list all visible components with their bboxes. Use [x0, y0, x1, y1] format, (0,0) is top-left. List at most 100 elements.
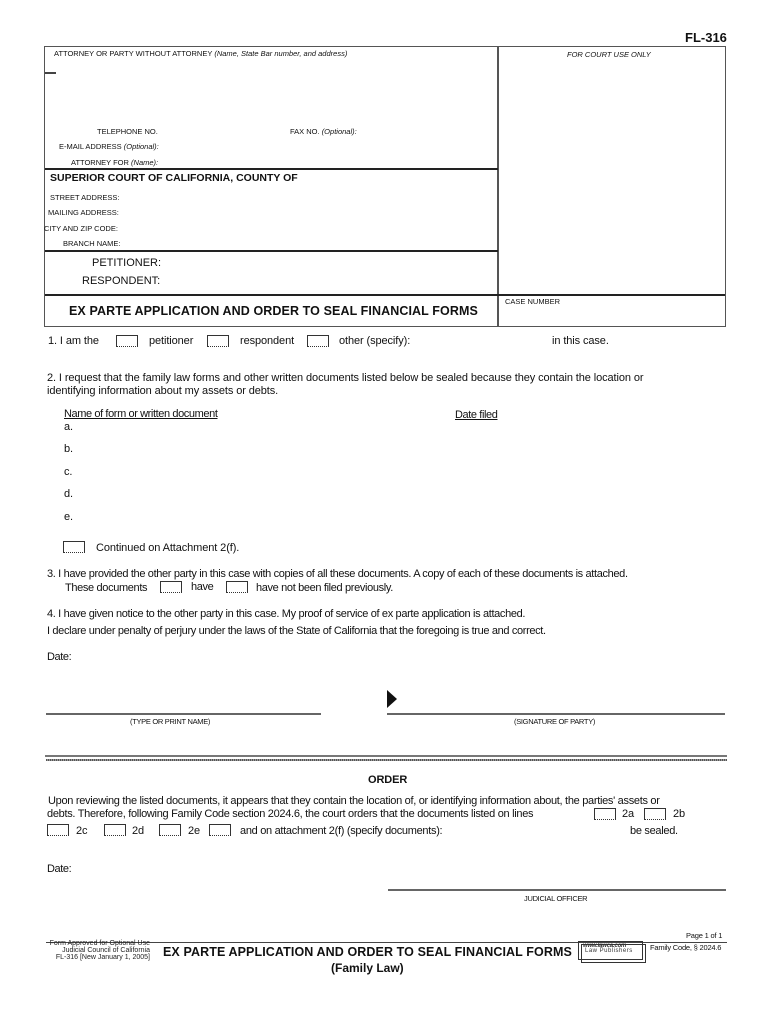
attorney-name-address-field[interactable]: [51, 59, 491, 121]
declaration-text: I declare under penalty of perjury under…: [47, 625, 546, 637]
approval-line3: FL-316 [New January 1, 2005]: [55, 954, 150, 961]
email-field[interactable]: [163, 139, 493, 152]
document-name-field-c[interactable]: [78, 464, 438, 479]
document-name-field-d[interactable]: [78, 486, 438, 501]
mailing-address-label: MAILING ADDRESS:: [48, 208, 119, 217]
petitioner-field[interactable]: [160, 255, 493, 270]
have-not-filed-checkbox[interactable]: [226, 581, 248, 593]
document-name-field-a[interactable]: [78, 419, 438, 434]
attorney-label-group: ATTORNEY OR PARTY WITHOUT ATTORNEY (Name…: [54, 49, 347, 58]
fax-hint: (Optional):: [321, 127, 357, 136]
petitioner-label: PETITIONER:: [92, 257, 162, 269]
date-filed-field-c[interactable]: [455, 464, 575, 479]
line-2d-label: 2d: [132, 825, 145, 837]
item2-text-line1: 2. I request that the family law forms a…: [47, 372, 644, 384]
fax-label: FAX NO.: [290, 127, 320, 136]
publisher-stamp[interactable]: www.lawca.com Law Publishers: [578, 941, 643, 960]
type-name-line: [46, 713, 321, 715]
line-2c-checkbox[interactable]: [47, 824, 69, 836]
telephone-field[interactable]: [163, 123, 283, 136]
email-label: E-MAIL ADDRESS: [59, 142, 122, 151]
document-name-field-e[interactable]: [78, 509, 438, 524]
date-filed-field-e[interactable]: [455, 509, 575, 524]
footer-subtitle: (Family Law): [331, 961, 404, 975]
line-2a-checkbox[interactable]: [594, 808, 616, 820]
attorney-label-hint: (Name, State Bar number, and address): [214, 49, 348, 58]
attorney-section-divider: [45, 168, 498, 170]
type-name-label: (TYPE OR PRINT NAME): [130, 717, 211, 726]
line-2e-label: 2e: [188, 825, 201, 837]
approval-line1: Form Approved for Optional Use: [49, 940, 150, 947]
county-field[interactable]: [295, 171, 493, 185]
judicial-officer-signature-field[interactable]: [388, 866, 726, 888]
respondent-checkbox[interactable]: [207, 335, 229, 347]
case-number-field[interactable]: [503, 307, 721, 325]
judicial-officer-label: JUDICIAL OFFICER: [524, 894, 588, 903]
attorney-for-label: ATTORNEY FOR: [71, 158, 129, 167]
order-separator-bottom: [46, 759, 727, 761]
line-2b-checkbox[interactable]: [644, 808, 666, 820]
branch-name-label: BRANCH NAME:: [63, 239, 121, 248]
order-text-line1: Upon reviewing the listed documents, it …: [48, 795, 660, 807]
item3-text: 3. I have provided the other party in th…: [47, 568, 628, 580]
page-number: Page 1 of 1: [686, 931, 723, 940]
item3-prefix: These documents: [65, 582, 148, 594]
type-print-name-field[interactable]: [46, 690, 321, 712]
other-option-label: other (specify):: [339, 335, 411, 347]
date-filed-field-a[interactable]: [455, 419, 575, 434]
mailing-address-field[interactable]: [125, 205, 493, 218]
have-filed-checkbox[interactable]: [160, 581, 182, 593]
fax-field[interactable]: [353, 123, 493, 136]
document-row-label-b: b.: [64, 443, 73, 455]
document-name-field-b[interactable]: [78, 441, 438, 456]
header-divider: [497, 47, 499, 326]
attorney-for-hint: (Name):: [131, 158, 159, 167]
document-row-label-d: d.: [64, 488, 73, 500]
city-zip-label: CITY AND ZIP CODE:: [44, 224, 118, 233]
declaration-date-field[interactable]: [80, 648, 280, 663]
document-row-label-c: c.: [64, 466, 73, 478]
item4-text: 4. I have given notice to the other part…: [47, 608, 526, 620]
attachment-2f-checkbox[interactable]: [209, 824, 231, 836]
attachment-specify-field[interactable]: [465, 822, 625, 837]
line-2c-label: 2c: [76, 825, 88, 837]
street-address-label: STREET ADDRESS:: [50, 193, 120, 202]
approval-line2: Judicial Council of California: [62, 947, 150, 954]
signature-label: (SIGNATURE OF PARTY): [514, 717, 596, 726]
footer-title: EX PARTE APPLICATION AND ORDER TO SEAL F…: [163, 945, 572, 959]
court-use-label: FOR COURT USE ONLY: [567, 50, 651, 59]
street-address-field[interactable]: [125, 190, 493, 203]
item1-suffix: in this case.: [552, 335, 609, 347]
petitioner-option-label: petitioner: [149, 335, 194, 347]
petitioner-checkbox[interactable]: [116, 335, 138, 347]
respondent-field[interactable]: [160, 273, 493, 288]
order-separator-top: [45, 755, 727, 757]
continued-attachment-checkbox[interactable]: [63, 541, 85, 553]
respondent-option-label: respondent: [240, 335, 295, 347]
document-row-label-a: a.: [64, 421, 73, 433]
other-specify-field[interactable]: [412, 333, 547, 348]
branch-name-field[interactable]: [125, 236, 493, 249]
code-citation: Family Code, § 2024.6: [650, 943, 722, 952]
respondent-label: RESPONDENT:: [82, 275, 161, 287]
case-number-label: CASE NUMBER: [505, 297, 561, 306]
party-signature-field[interactable]: [400, 690, 725, 712]
document-row-label-e: e.: [64, 511, 73, 523]
date-filed-field-d[interactable]: [455, 486, 575, 501]
court-title: SUPERIOR COURT OF CALIFORNIA, COUNTY OF: [50, 172, 298, 184]
order-date-label: Date:: [47, 863, 72, 875]
date-filed-field-b[interactable]: [455, 441, 575, 456]
city-zip-field[interactable]: [125, 221, 493, 234]
other-checkbox[interactable]: [307, 335, 329, 347]
order-text-line2: debts. Therefore, following Family Code …: [47, 808, 534, 820]
telephone-label: TELEPHONE NO.: [97, 127, 158, 136]
document-title: EX PARTE APPLICATION AND ORDER TO SEAL F…: [69, 304, 478, 318]
signature-line: [387, 713, 725, 715]
item1-prefix: 1. I am the: [48, 335, 99, 347]
order-date-field[interactable]: [80, 860, 280, 875]
attorney-label: ATTORNEY OR PARTY WITHOUT ATTORNEY: [54, 49, 213, 58]
approval-block: Form Approved for Optional Use Judicial …: [46, 940, 150, 961]
attorney-for-field[interactable]: [163, 155, 493, 168]
line-2d-checkbox[interactable]: [104, 824, 126, 836]
line-2e-checkbox[interactable]: [159, 824, 181, 836]
